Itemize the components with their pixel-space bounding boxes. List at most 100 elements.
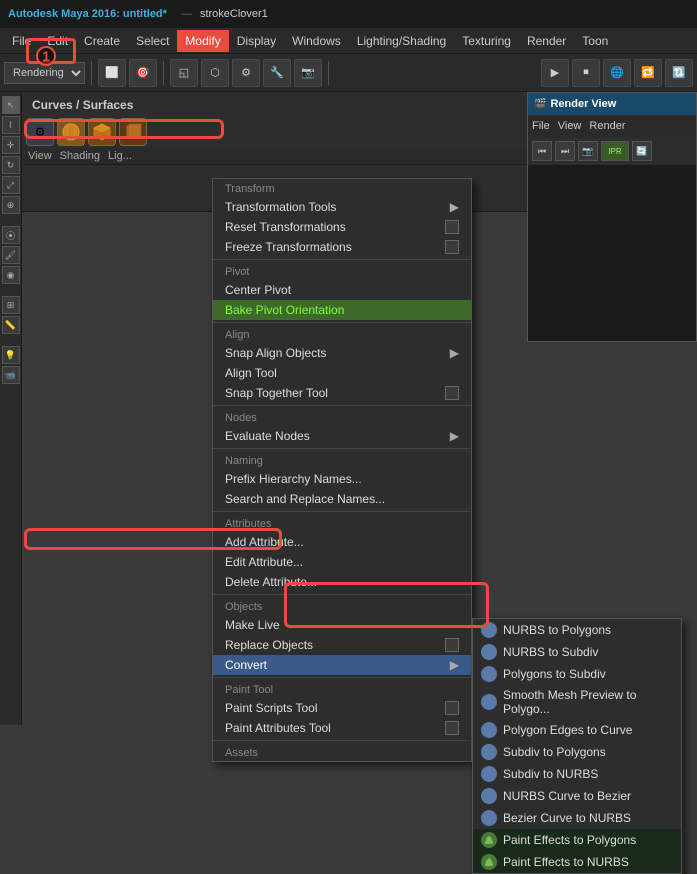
freeze-checkbox[interactable] (445, 240, 459, 254)
menu-render[interactable]: Render (519, 30, 574, 52)
sep-8 (213, 740, 471, 741)
render-view-title: 🎬 Render View (528, 93, 696, 115)
paint-attributes-checkbox[interactable] (445, 721, 459, 735)
menu-search-replace[interactable]: Search and Replace Names... (213, 489, 471, 509)
menu-create[interactable]: Create (76, 30, 128, 52)
reset-transformations-label: Reset Transformations (225, 220, 346, 234)
toolbar-btn-3[interactable]: ◱ (170, 59, 198, 87)
toolbar-btn-4[interactable]: ⬡ (201, 59, 229, 87)
menu-prefix-hierarchy[interactable]: Prefix Hierarchy Names... (213, 469, 471, 489)
sep-4 (213, 448, 471, 449)
tool-sculpt[interactable]: ◉ (2, 266, 20, 284)
render-toolbar: ⏮ ⏭ 📷 IPR 🔄 (528, 137, 696, 165)
convert-nurbs-poly[interactable]: NURBS to Polygons (473, 619, 681, 641)
convert-icon-4 (481, 694, 497, 710)
convert-nurbs-bezier[interactable]: NURBS Curve to Bezier (473, 785, 681, 807)
render-render-menu[interactable]: Render (589, 120, 625, 132)
render-file-menu[interactable]: File (532, 120, 550, 132)
tool-light[interactable]: 💡 (2, 346, 20, 364)
reset-checkbox[interactable] (445, 220, 459, 234)
convert-icon-9 (481, 810, 497, 826)
convert-poly-subdiv[interactable]: Polygons to Subdiv (473, 663, 681, 685)
menu-snap-together[interactable]: Snap Together Tool (213, 383, 471, 403)
menu-edit-attribute[interactable]: Edit Attribute... (213, 552, 471, 572)
convert-bezier-nurbs[interactable]: Bezier Curve to NURBS (473, 807, 681, 829)
menu-lighting-shading[interactable]: Lighting/Shading (349, 30, 454, 52)
tool-snap[interactable]: ⊞ (2, 296, 20, 314)
convert-paint-poly[interactable]: Paint Effects to Polygons (473, 829, 681, 851)
replace-objects-checkbox[interactable] (445, 638, 459, 652)
snap-together-checkbox[interactable] (445, 386, 459, 400)
menu-bake-pivot[interactable]: Bake Pivot Orientation (213, 300, 471, 320)
paint-poly-label: Paint Effects to Polygons (503, 833, 636, 847)
menu-display[interactable]: Display (229, 30, 284, 52)
menu-file[interactable]: File (4, 30, 39, 52)
main-toolbar: Rendering ⬜ 🎯 ◱ ⬡ ⚙ 🔧 📷 ▶ ⏹ 🌐 🔁 🔃 (0, 54, 697, 92)
tool-move[interactable]: ✛ (2, 136, 20, 154)
convert-nurbs-subdiv[interactable]: NURBS to Subdiv (473, 641, 681, 663)
render-content (528, 165, 696, 341)
menu-texturing[interactable]: Texturing (454, 30, 519, 52)
convert-paint-nurbs[interactable]: Paint Effects to NURBS (473, 851, 681, 873)
render-btn-2[interactable]: ⏹ (572, 59, 600, 87)
menu-freeze-transformations[interactable]: Freeze Transformations (213, 237, 471, 257)
toolbar-btn-7[interactable]: 📷 (294, 59, 322, 87)
nurbs-subdiv-label: NURBS to Subdiv (503, 645, 598, 659)
render-icon-3[interactable]: 🔃 (665, 59, 693, 87)
tool-lasso[interactable]: ⌇ (2, 116, 20, 134)
tool-soft-select[interactable]: ⦿ (2, 226, 20, 244)
render-icon-2[interactable]: 🔁 (634, 59, 662, 87)
render-icon-1[interactable]: 🌐 (603, 59, 631, 87)
toolbar-btn-5[interactable]: ⚙ (232, 59, 260, 87)
menu-reset-transformations[interactable]: Reset Transformations (213, 217, 471, 237)
tool-measure[interactable]: 📏 (2, 316, 20, 334)
tool-rotate[interactable]: ↻ (2, 156, 20, 174)
menu-select[interactable]: Select (128, 30, 177, 52)
menu-toon[interactable]: Toon (574, 30, 616, 52)
toolbar-btn-2[interactable]: 🎯 (129, 59, 157, 87)
menu-center-pivot[interactable]: Center Pivot (213, 280, 471, 300)
render-refresh-btn[interactable]: 🔄 (632, 141, 652, 161)
panel-icon-settings[interactable]: ⚙ (26, 118, 54, 146)
convert-subdiv-nurbs[interactable]: Subdiv to NURBS (473, 763, 681, 785)
menu-snap-align[interactable]: Snap Align Objects ▶ (213, 343, 471, 363)
menu-replace-objects[interactable]: Replace Objects (213, 635, 471, 655)
prefix-hierarchy-label: Prefix Hierarchy Names... (225, 472, 362, 486)
menu-delete-attribute[interactable]: Delete Attribute... (213, 572, 471, 592)
menu-paint-scripts[interactable]: Paint Scripts Tool (213, 698, 471, 718)
edit-attribute-label: Edit Attribute... (225, 555, 303, 569)
paint-scripts-checkbox[interactable] (445, 701, 459, 715)
tool-camera[interactable]: 📹 (2, 366, 20, 384)
tool-universal[interactable]: ⊕ (2, 196, 20, 214)
menu-convert[interactable]: Convert ▶ (213, 655, 471, 675)
evaluate-arrow: ▶ (450, 429, 459, 443)
tool-scale[interactable]: ⤢ (2, 176, 20, 194)
tool-select[interactable]: ↖ (2, 96, 20, 114)
convert-icon-10 (481, 832, 497, 848)
menu-make-live[interactable]: Make Live (213, 615, 471, 635)
bezier-nurbs-label: Bezier Curve to NURBS (503, 811, 631, 825)
menu-modify[interactable]: Modify (177, 30, 228, 52)
convert-poly-edge[interactable]: Polygon Edges to Curve (473, 719, 681, 741)
panel-icon-cube1[interactable] (88, 118, 116, 146)
menu-transformation-tools[interactable]: Transformation Tools ▶ (213, 197, 471, 217)
tool-paint[interactable]: 🖌 (2, 246, 20, 264)
convert-arrow: ▶ (450, 658, 459, 672)
menu-add-attribute[interactable]: Add Attribute... (213, 532, 471, 552)
render-view-menu[interactable]: View (558, 120, 582, 132)
render-camera-btn[interactable]: 📷 (578, 141, 598, 161)
render-play-btn[interactable]: ⏮ (532, 141, 552, 161)
panel-icon-sphere[interactable] (57, 118, 85, 146)
render-btn-1[interactable]: ▶ (541, 59, 569, 87)
toolbar-btn-6[interactable]: 🔧 (263, 59, 291, 87)
menu-paint-attributes[interactable]: Paint Attributes Tool (213, 718, 471, 738)
panel-icon-cube2[interactable] (119, 118, 147, 146)
render-ipr-btn[interactable]: IPR (601, 141, 629, 161)
convert-subdiv-poly[interactable]: Subdiv to Polygons (473, 741, 681, 763)
menu-windows[interactable]: Windows (284, 30, 349, 52)
toolbar-btn-1[interactable]: ⬜ (98, 59, 126, 87)
convert-smooth-mesh[interactable]: Smooth Mesh Preview to Polygo... (473, 685, 681, 719)
menu-align-tool[interactable]: Align Tool (213, 363, 471, 383)
render-frame-btn[interactable]: ⏭ (555, 141, 575, 161)
menu-evaluate-nodes[interactable]: Evaluate Nodes ▶ (213, 426, 471, 446)
